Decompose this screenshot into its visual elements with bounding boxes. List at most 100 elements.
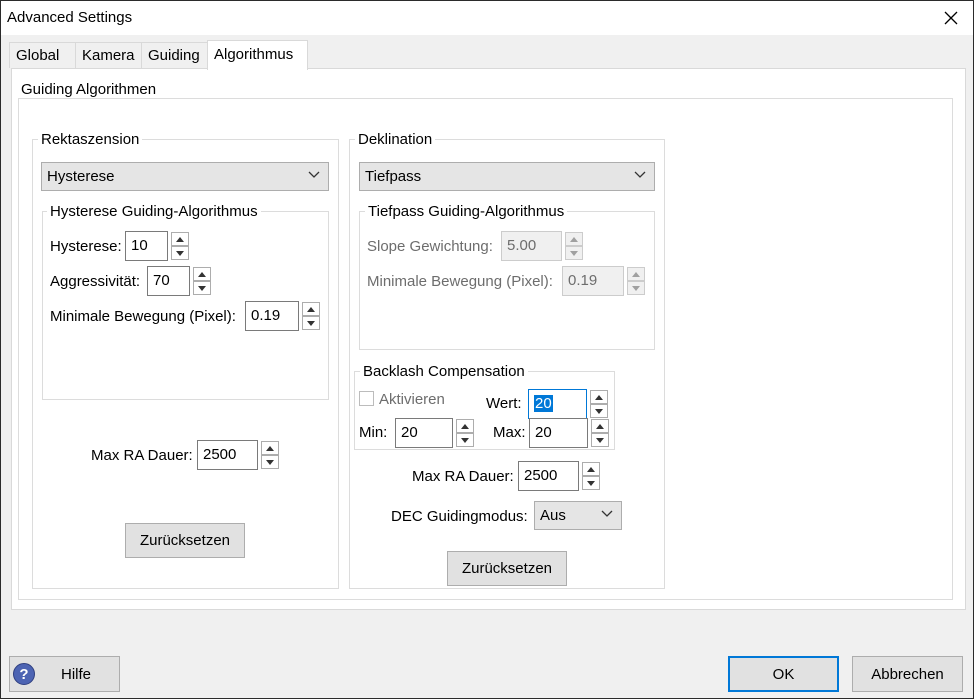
ra-min-move-label: Minimale Bewegung (Pixel):	[50, 308, 236, 325]
hysteresis-subgroup-title: Hysterese Guiding-Algorithmus	[47, 203, 261, 220]
tab-global[interactable]: Global	[9, 42, 76, 68]
backlash-enable-label: Aktivieren	[379, 391, 445, 408]
backlash-max-label: Max:	[493, 424, 526, 441]
cancel-label: Abbrechen	[871, 665, 944, 683]
spin-up-button[interactable]	[591, 419, 609, 433]
tab-label: Global	[16, 47, 60, 64]
spin-down-button[interactable]	[582, 476, 600, 490]
help-label: Hilfe	[61, 665, 92, 683]
spin-down-button[interactable]	[193, 281, 211, 295]
aggressiveness-spinner[interactable]	[193, 267, 211, 297]
backlash-value-input[interactable]: 20	[528, 389, 587, 419]
arrow-down-icon	[307, 320, 315, 326]
arrow-up-icon	[461, 423, 469, 429]
backlash-min-label: Min:	[359, 424, 388, 441]
spin-up-button[interactable]	[627, 267, 645, 281]
backlash-group-title: Backlash Compensation	[360, 363, 528, 380]
spin-down-button[interactable]	[171, 246, 189, 260]
dec-min-move-input[interactable]: 0.19	[562, 266, 624, 296]
spin-up-button[interactable]	[261, 441, 279, 455]
ra-reset-button[interactable]: Zurücksetzen	[125, 523, 245, 558]
chevron-down-icon	[308, 171, 320, 178]
dec-max-duration-input[interactable]: 2500	[518, 461, 579, 491]
dec-group-title: Deklination	[355, 131, 436, 148]
chevron-down-icon	[634, 171, 646, 178]
spin-down-button[interactable]	[591, 433, 609, 447]
ra-algorithm-select[interactable]: Hysterese	[41, 162, 329, 191]
backlash-max-spinner[interactable]	[591, 419, 609, 449]
dec-min-move-label: Minimale Bewegung (Pixel):	[367, 273, 553, 290]
spin-down-button[interactable]	[627, 281, 645, 295]
dec-max-duration-spinner[interactable]	[582, 462, 600, 492]
ra-max-duration-spinner[interactable]	[261, 441, 279, 471]
tab-kamera[interactable]: Kamera	[75, 42, 142, 68]
help-icon: ?	[13, 663, 35, 685]
advanced-settings-dialog: Advanced Settings Global Kamera Guiding …	[0, 0, 974, 699]
backlash-min-spinner[interactable]	[456, 419, 474, 449]
arrow-up-icon	[587, 466, 595, 472]
tab-label: Algorithmus	[214, 46, 294, 63]
tab-algorithmus[interactable]: Algorithmus	[207, 40, 308, 70]
tab-guiding[interactable]: Guiding	[141, 42, 208, 68]
cancel-button[interactable]: Abbrechen	[852, 656, 963, 692]
ok-label: OK	[772, 665, 795, 683]
spin-up-button[interactable]	[590, 390, 608, 404]
spin-down-button[interactable]	[261, 455, 279, 469]
ok-button[interactable]: OK	[728, 656, 839, 692]
ra-group-title: Rektaszension	[38, 131, 143, 148]
arrow-down-icon	[570, 250, 578, 256]
arrow-down-icon	[461, 437, 469, 443]
dec-algorithm-select[interactable]: Tiefpass	[359, 162, 655, 191]
close-button[interactable]	[929, 1, 973, 35]
dec-reset-label: Zurücksetzen	[461, 560, 553, 577]
slope-weight-spinner[interactable]	[565, 232, 583, 262]
arrow-up-icon	[570, 236, 578, 242]
aggressiveness-input[interactable]: 70	[147, 266, 190, 296]
tab-label: Kamera	[82, 47, 135, 64]
arrow-up-icon	[176, 236, 184, 242]
dec-guiding-mode-select[interactable]: Aus	[534, 501, 622, 530]
window-title: Advanced Settings	[7, 9, 133, 26]
dec-min-move-spinner[interactable]	[627, 267, 645, 297]
arrow-up-icon	[596, 423, 604, 429]
ra-max-duration-input[interactable]: 2500	[197, 440, 258, 470]
arrow-down-icon	[176, 250, 184, 256]
spin-up-button[interactable]	[565, 232, 583, 246]
dec-max-duration-label: Max RA Dauer:	[412, 468, 514, 485]
help-button[interactable]: ? Hilfe	[9, 656, 120, 692]
spin-down-button[interactable]	[565, 246, 583, 260]
ra-min-move-spinner[interactable]	[302, 302, 320, 332]
spin-down-button[interactable]	[456, 433, 474, 447]
arrow-down-icon	[632, 285, 640, 291]
ra-max-duration-label: Max RA Dauer:	[91, 447, 193, 464]
spin-up-button[interactable]	[193, 267, 211, 281]
backlash-max-input[interactable]: 20	[529, 418, 588, 448]
hysteresis-label: Hysterese:	[50, 238, 122, 255]
spin-up-button[interactable]	[302, 302, 320, 316]
arrow-up-icon	[307, 306, 315, 312]
slope-weight-input[interactable]: 5.00	[501, 231, 562, 261]
title-bar: Advanced Settings	[1, 1, 973, 35]
spin-up-button[interactable]	[582, 462, 600, 476]
ra-reset-label: Zurücksetzen	[139, 532, 231, 549]
spin-up-button[interactable]	[171, 232, 189, 246]
dec-guiding-mode-value: Aus	[540, 507, 566, 524]
ra-algorithm-value: Hysterese	[47, 168, 115, 185]
arrow-up-icon	[632, 271, 640, 277]
spin-up-button[interactable]	[456, 419, 474, 433]
chevron-down-icon	[601, 510, 613, 517]
spin-down-button[interactable]	[590, 404, 608, 418]
backlash-enable-checkbox[interactable]	[359, 391, 374, 406]
backlash-value-spinner[interactable]	[590, 390, 608, 420]
hysteresis-spinner[interactable]	[171, 232, 189, 262]
dec-guiding-mode-label: DEC Guidingmodus:	[391, 508, 528, 525]
backlash-min-input[interactable]: 20	[395, 418, 453, 448]
arrow-down-icon	[596, 437, 604, 443]
spin-down-button[interactable]	[302, 316, 320, 330]
tab-label: Guiding	[148, 47, 200, 64]
guiding-algorithms-title: Guiding Algorithmen	[18, 81, 160, 98]
hysteresis-input[interactable]: 10	[125, 231, 168, 261]
dec-reset-button[interactable]: Zurücksetzen	[447, 551, 567, 586]
dec-algorithm-value: Tiefpass	[365, 168, 422, 185]
ra-min-move-input[interactable]: 0.19	[245, 301, 299, 331]
